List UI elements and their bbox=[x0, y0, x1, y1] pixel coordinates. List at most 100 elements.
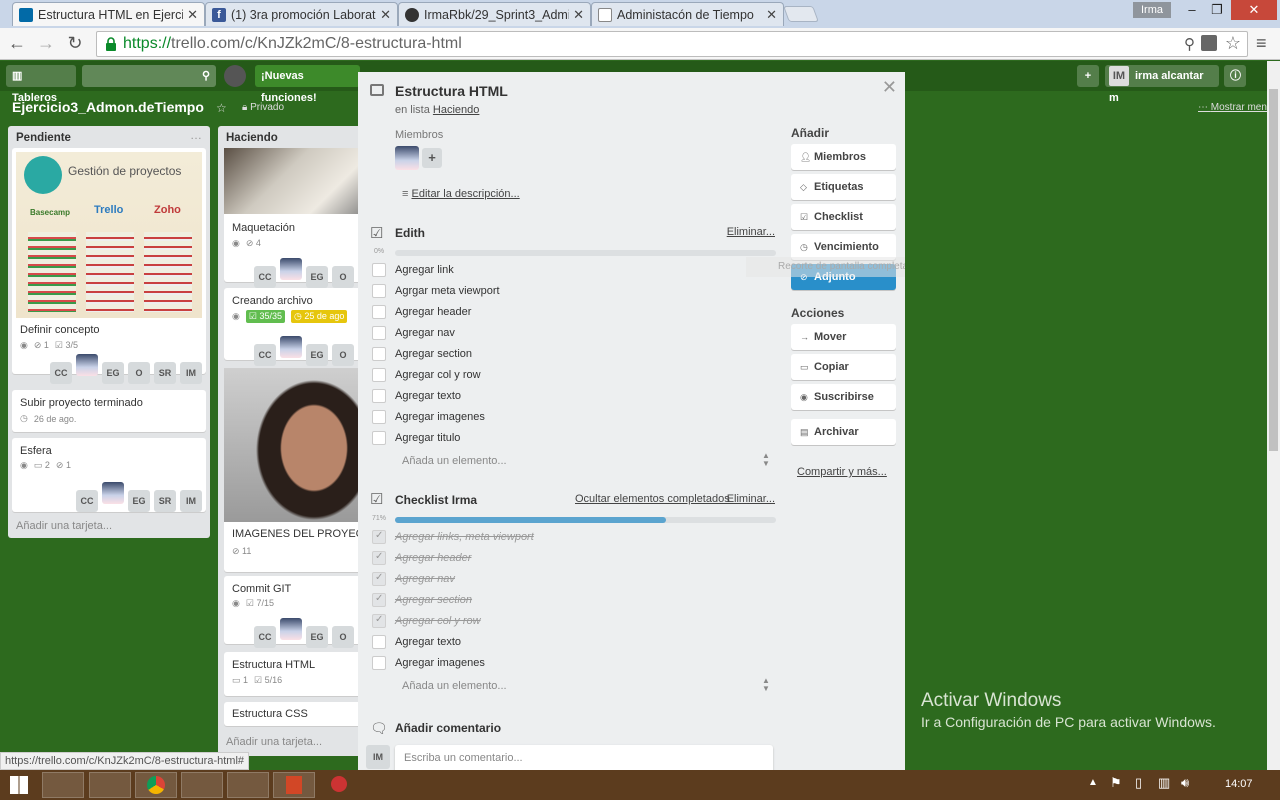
add-card-link[interactable]: Añadir una tarjeta... bbox=[226, 736, 322, 748]
clock[interactable]: 14:07 bbox=[1225, 778, 1253, 790]
snipping-tool-icon[interactable] bbox=[331, 776, 347, 792]
checklist-item[interactable]: Agregar col y row bbox=[395, 369, 481, 381]
delete-checklist-link[interactable]: Eliminar... bbox=[727, 226, 775, 238]
checklist-item[interactable]: Agregar imagenes bbox=[395, 411, 485, 423]
checklist-checkbox[interactable]: ✓ bbox=[372, 551, 386, 565]
file-explorer-icon[interactable] bbox=[42, 772, 84, 798]
add-checklist-item-input[interactable]: Añada un elemento... bbox=[402, 680, 507, 692]
card-creando-archivo[interactable]: Creando archivo ◉ ☑ 35/35 ◷ 25 de ago CC EG… bbox=[224, 288, 374, 366]
tab-document[interactable]: Administacón de Tiempo ✕ bbox=[591, 2, 784, 26]
list-title[interactable]: Haciendo bbox=[226, 132, 278, 144]
delete-checklist-link[interactable]: Eliminar... bbox=[727, 493, 775, 505]
star-icon[interactable]: ☆ bbox=[216, 101, 227, 115]
resize-handle-icon[interactable]: ▲ ▼ bbox=[762, 452, 770, 468]
copy-button[interactable]: ▭ Copiar bbox=[791, 354, 896, 380]
scrollbar-thumb[interactable] bbox=[1269, 89, 1278, 451]
chrome-icon[interactable] bbox=[135, 772, 177, 798]
share-more-link[interactable]: Compartir y más... bbox=[797, 466, 887, 478]
tray-arrow-icon[interactable]: ▲ bbox=[1088, 777, 1098, 788]
list-menu-icon[interactable]: … bbox=[190, 128, 202, 142]
checklist-checkbox[interactable] bbox=[372, 347, 386, 361]
checklist-checkbox[interactable] bbox=[372, 656, 386, 670]
checklist-checkbox[interactable] bbox=[372, 368, 386, 382]
checklist-checkbox[interactable] bbox=[372, 410, 386, 424]
labels-button[interactable]: ◇ Etiquetas bbox=[791, 174, 896, 200]
list-link[interactable]: Haciendo bbox=[433, 104, 479, 116]
checklist-title[interactable]: Edith bbox=[395, 226, 425, 240]
app-icon[interactable] bbox=[181, 772, 223, 798]
new-features-button[interactable]: ¡Nuevas funciones! bbox=[255, 65, 360, 104]
checklist-item[interactable]: Agregar texto bbox=[395, 390, 461, 402]
translate-icon[interactable] bbox=[1201, 35, 1217, 51]
card-estructura-css[interactable]: Estructura CSS bbox=[224, 702, 374, 726]
close-icon[interactable]: ✕ bbox=[766, 7, 777, 23]
checklist-checkbox[interactable] bbox=[372, 431, 386, 445]
reload-icon[interactable]: ↻ bbox=[64, 33, 86, 54]
info-icon[interactable]: ⓘ bbox=[1224, 65, 1246, 87]
checklist-checkbox[interactable] bbox=[372, 389, 386, 403]
window-close-icon[interactable]: ✕ bbox=[1231, 0, 1277, 20]
subscribe-button[interactable]: ◉ Suscribirse bbox=[791, 384, 896, 410]
close-icon[interactable]: ✕ bbox=[380, 7, 391, 23]
start-icon[interactable] bbox=[10, 776, 28, 794]
checklist-checkbox[interactable] bbox=[372, 284, 386, 298]
checklist-checkbox[interactable] bbox=[372, 305, 386, 319]
card-imagenes[interactable]: IMAGENES DEL PROYEC ⊘ 11 bbox=[224, 368, 374, 572]
page-scrollbar[interactable] bbox=[1267, 61, 1280, 770]
checklist-button[interactable]: ☑ Checklist bbox=[791, 204, 896, 230]
maximize-icon[interactable]: ❐ bbox=[1205, 0, 1229, 20]
checklist-item[interactable]: Agregar section bbox=[395, 594, 472, 606]
checklist-item[interactable]: Agregar nav bbox=[395, 327, 455, 339]
checklist-checkbox[interactable]: ✓ bbox=[372, 572, 386, 586]
checklist-item[interactable]: Agregar links, meta viewport bbox=[395, 531, 534, 543]
address-bar[interactable]: https://trello.com/c/KnJZk2mC/8-estructu… bbox=[96, 31, 1248, 57]
menu-icon[interactable]: ≡ bbox=[1256, 33, 1267, 54]
checklist-item[interactable]: Agregar header bbox=[395, 552, 471, 564]
archive-button[interactable]: ▤ Archivar bbox=[791, 419, 896, 445]
tab-trello-card[interactable]: Estructura HTML en Ejercic ✕ bbox=[12, 2, 205, 26]
checklist-item[interactable]: Agregar section bbox=[395, 348, 472, 360]
add-card-link[interactable]: Añadir una tarjeta... bbox=[16, 520, 112, 532]
checklist-checkbox[interactable] bbox=[372, 635, 386, 649]
checklist-item[interactable]: Agregar link bbox=[395, 264, 454, 276]
checklist-checkbox[interactable]: ✓ bbox=[372, 614, 386, 628]
add-checklist-item-input[interactable]: Añada un elemento... bbox=[402, 455, 507, 467]
notepad-icon[interactable] bbox=[227, 772, 269, 798]
checklist-item[interactable]: Agregar col y row bbox=[395, 615, 481, 627]
members-button[interactable]: 👤︎ Miembros bbox=[791, 144, 896, 170]
checklist-item[interactable]: Agregar nav bbox=[395, 573, 455, 585]
card-maquetacion[interactable]: Maquetación ◉ ⊘ 4 CC EG O bbox=[224, 148, 374, 288]
back-arrow-icon[interactable]: ← bbox=[6, 33, 28, 54]
profile-button[interactable]: Irma bbox=[1133, 2, 1171, 18]
new-tab-button[interactable] bbox=[783, 6, 819, 22]
card-estructura-html[interactable]: Estructura HTML ▭ 1 ☑ 5/16 bbox=[224, 652, 374, 696]
show-menu-link[interactable]: ⋯ Mostrar menú bbox=[1198, 102, 1267, 113]
add-icon[interactable]: + bbox=[1077, 65, 1099, 87]
edit-description-link[interactable]: ≡ Editar la descripción... bbox=[402, 188, 520, 200]
add-member-icon[interactable]: + bbox=[422, 148, 442, 168]
zoom-icon[interactable]: ⚲ bbox=[1184, 35, 1195, 53]
card-esfera[interactable]: Esfera ◉ ▭ 2 ⊘ 1 CC EG SR IM bbox=[12, 438, 206, 512]
card-title-heading[interactable]: Estructura HTML bbox=[395, 83, 508, 99]
checklist-item[interactable]: Agregar imagenes bbox=[395, 657, 485, 669]
office-icon[interactable] bbox=[273, 772, 315, 798]
resize-handle-icon[interactable]: ▲ ▼ bbox=[762, 677, 770, 693]
volume-icon[interactable]: 🔊︎ bbox=[1181, 775, 1189, 791]
checklist-checkbox[interactable] bbox=[372, 326, 386, 340]
close-icon[interactable]: ✕ bbox=[573, 7, 584, 23]
user-menu[interactable]: IM irma alcantar m bbox=[1105, 65, 1219, 104]
checklist-item[interactable]: Agregar titulo bbox=[395, 432, 460, 444]
close-modal-icon[interactable]: ✕ bbox=[882, 77, 897, 98]
hide-completed-link[interactable]: Ocultar elementos completados bbox=[575, 493, 730, 505]
member-avatar-photo[interactable] bbox=[395, 146, 419, 170]
privacy-label[interactable]: 🔒︎ Privado bbox=[242, 102, 284, 113]
bookmark-star-icon[interactable]: ☆ bbox=[1225, 33, 1241, 54]
checklist-item[interactable]: Agrgar meta viewport bbox=[395, 285, 500, 297]
card-commit-git[interactable]: Commit GIT ◉ ☑ 7/15 CC EG O bbox=[224, 576, 374, 648]
checklist-item[interactable]: Agregar header bbox=[395, 306, 471, 318]
comment-input[interactable]: Escriba un comentario... bbox=[395, 745, 773, 770]
close-icon[interactable]: ✕ bbox=[187, 7, 198, 23]
board-search-input[interactable]: ⚲ bbox=[82, 65, 216, 87]
checklist-title[interactable]: Checklist Irma bbox=[395, 493, 477, 507]
app-icon[interactable] bbox=[89, 772, 131, 798]
